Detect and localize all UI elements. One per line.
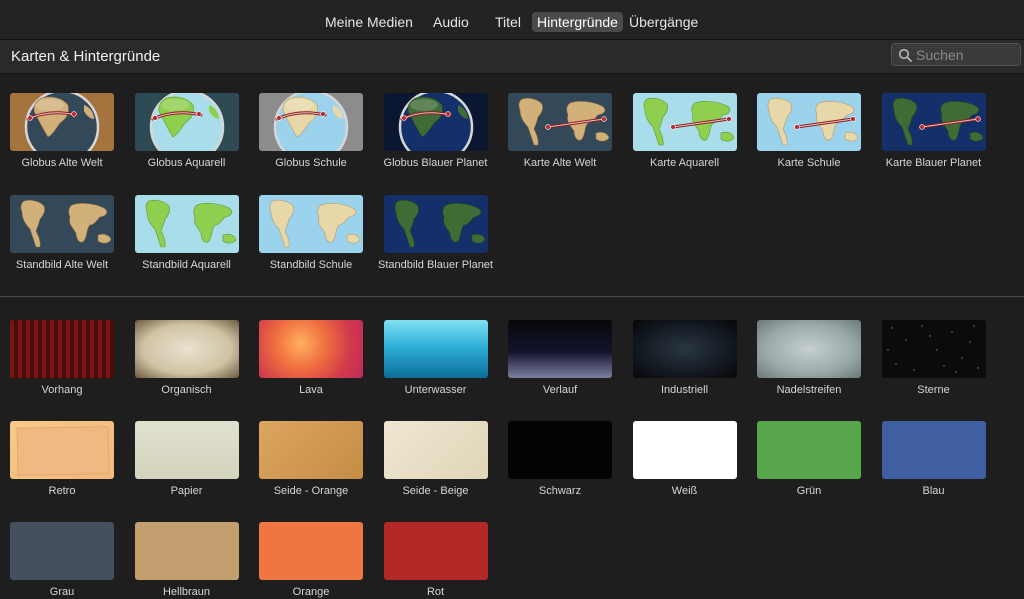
thumbnail-organisch[interactable] — [134, 320, 239, 378]
tile-label: Weiß — [671, 485, 698, 497]
tile-label: Lava — [299, 384, 323, 396]
search-input[interactable] — [916, 46, 1016, 63]
thumbnail-globus-aquarell[interactable] — [134, 93, 239, 151]
thumbnail-globus-schule[interactable] — [259, 93, 363, 151]
tile-label: Seide - Beige — [402, 485, 469, 497]
thumbnail-standbild-aquarell[interactable] — [134, 195, 239, 253]
thumbnail-unterwasser[interactable] — [383, 320, 488, 378]
tile-label: Karte Blauer Planet — [885, 157, 982, 169]
thumbnail-schwarz[interactable] — [508, 421, 612, 479]
tile-label: Karte Aquarell — [649, 157, 720, 169]
tile-label: Grün — [796, 485, 822, 497]
thumbnail-rot[interactable] — [383, 522, 488, 580]
tile-label: Globus Alte Welt — [21, 157, 103, 169]
tile-label: Rot — [426, 586, 445, 598]
thumbnail-verlauf[interactable] — [508, 320, 612, 378]
thumbnail-vorhang[interactable] — [10, 320, 114, 378]
tile-label: Schwarz — [538, 485, 582, 497]
thumbnail-karte-aquarell[interactable] — [632, 93, 737, 151]
thumbnail-karte-schule[interactable] — [757, 93, 861, 151]
tile-label: Karte Schule — [777, 157, 841, 169]
tab-audio[interactable]: Audio — [428, 12, 474, 32]
thumbnail-standbild-blauer-planet[interactable] — [383, 195, 488, 253]
section-header: Karten & Hintergründe — [0, 40, 1024, 74]
thumbnail-karte-alte-welt[interactable] — [508, 93, 612, 151]
tab-hintergruende[interactable]: Hintergründe — [532, 12, 623, 32]
tile-label: Vorhang — [41, 384, 83, 396]
thumbnail-standbild-schule[interactable] — [259, 195, 363, 253]
tile-label: Standbild Alte Welt — [15, 259, 109, 271]
tab-uebergaenge[interactable]: Übergänge — [624, 12, 703, 32]
tile-label: Standbild Schule — [269, 259, 353, 271]
thumbnail-standbild-alte-welt[interactable] — [10, 195, 114, 253]
search-icon — [898, 48, 912, 62]
thumbnail-globus-alte-welt[interactable] — [10, 93, 114, 151]
thumbnail-seide-beige[interactable] — [383, 421, 488, 479]
tile-label: Globus Aquarell — [147, 157, 226, 169]
tile-label: Nadelstreifen — [776, 384, 842, 396]
thumbnail-blau[interactable] — [881, 421, 986, 479]
page-title: Karten & Hintergründe — [11, 48, 161, 65]
tile-label: Hellbraun — [162, 586, 211, 598]
thumbnail-sterne[interactable] — [881, 320, 986, 378]
search-field[interactable] — [891, 43, 1021, 66]
thumbnail-globus-blauer-planet[interactable] — [383, 93, 488, 151]
thumbnail-seide-orange[interactable] — [259, 421, 363, 479]
thumbnail-karte-blauer-planet[interactable] — [881, 93, 986, 151]
tab-titel[interactable]: Titel — [490, 12, 526, 32]
tile-label: Globus Blauer Planet — [383, 157, 488, 169]
tile-label: Industriell — [660, 384, 709, 396]
tab-meine-medien[interactable]: Meine Medien — [320, 12, 418, 32]
thumbnail-gruen[interactable] — [757, 421, 861, 479]
tile-label: Standbild Aquarell — [142, 259, 231, 271]
section-divider — [0, 296, 1024, 297]
thumbnail-retro[interactable] — [10, 421, 114, 479]
thumbnail-weiss[interactable] — [632, 421, 737, 479]
tile-label: Sterne — [917, 384, 950, 396]
thumbnail-orange[interactable] — [259, 522, 363, 580]
media-browser-tabbar: Meine Medien Audio Titel Hintergründe Üb… — [0, 0, 1024, 40]
tile-label: Karte Alte Welt — [523, 157, 597, 169]
thumbnail-grau[interactable] — [10, 522, 114, 580]
tile-label: Papier — [170, 485, 203, 497]
thumbnail-papier[interactable] — [134, 421, 239, 479]
thumbnail-nadelstreifen[interactable] — [757, 320, 861, 378]
tile-label: Unterwasser — [404, 384, 467, 396]
tile-label: Seide - Orange — [273, 485, 349, 497]
tile-label: Retro — [48, 485, 76, 497]
tile-label: Globus Schule — [275, 157, 347, 169]
tile-label: Orange — [292, 586, 330, 598]
tile-label: Blau — [922, 485, 945, 497]
tile-label: Grau — [49, 586, 75, 598]
thumbnail-lava[interactable] — [259, 320, 363, 378]
tile-label: Standbild Blauer Planet — [378, 259, 493, 271]
tile-label: Organisch — [161, 384, 212, 396]
tile-label: Verlauf — [542, 384, 578, 396]
thumbnail-industriell[interactable] — [632, 320, 737, 378]
thumbnail-hellbraun[interactable] — [134, 522, 239, 580]
